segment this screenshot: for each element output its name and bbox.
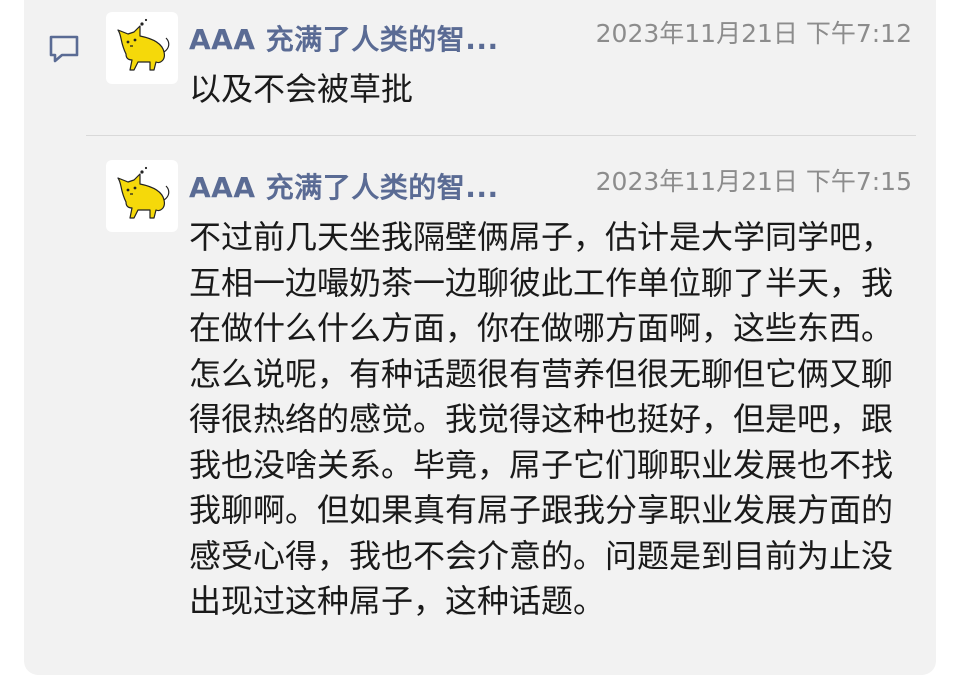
avatar[interactable] [106,160,178,232]
comment-text: 不过前几天坐我隔壁俩屌子，估计是大学同学吧，互相一边嘬奶茶一边聊彼此工作单位聊了… [189,218,894,620]
comment-icon[interactable] [46,30,82,66]
timestamp: 2023年11月21日 下午7:12 [595,19,912,48]
comment-text: 以及不会被草批 [189,70,414,108]
timestamp: 2023年11月21日 下午7:15 [595,167,912,196]
avatar[interactable] [106,12,178,84]
yellow-cat-icon [117,18,170,71]
screen: AAA 充满了人类的智... 2023年11月21日 下午7:12 以及不会被草… [0,0,960,675]
divider [86,135,916,136]
yellow-cat-icon [117,166,170,219]
author-name[interactable]: AAA 充满了人类的智... [189,18,499,58]
author-name[interactable]: AAA 充满了人类的智... [189,166,499,206]
